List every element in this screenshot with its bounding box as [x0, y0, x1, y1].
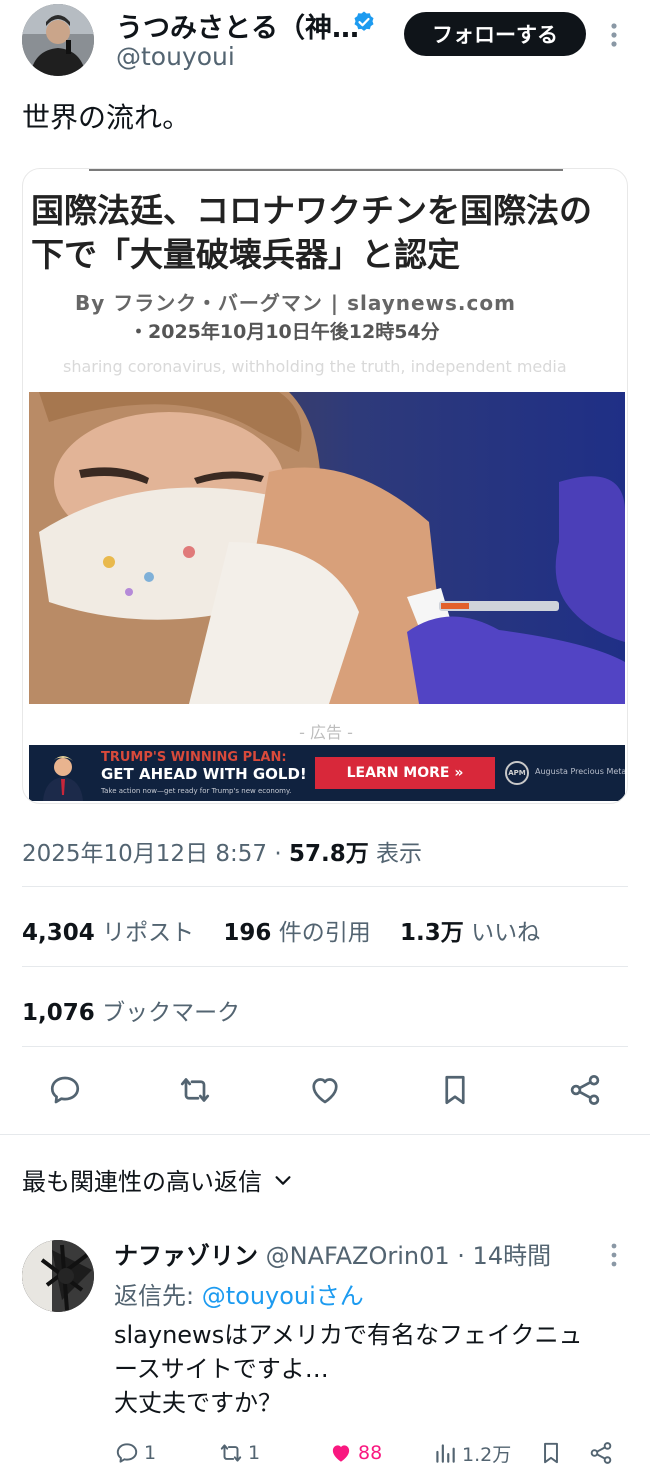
reply-display-name[interactable]: ナファゾリン	[114, 1242, 258, 1270]
quotes-label: 件の引用	[278, 920, 371, 946]
views-label: 表示	[368, 841, 423, 867]
divider	[22, 966, 628, 967]
divider	[22, 886, 628, 887]
reply-replies-count: 1	[144, 1442, 157, 1464]
ad-headline-2: GET AHEAD WITH GOLD!	[101, 765, 307, 783]
ad-subline: Take action now—get ready for Trump's ne…	[101, 787, 292, 795]
reply-time[interactable]: 14時間	[473, 1242, 552, 1270]
reply-icon	[116, 1443, 138, 1463]
vaccination-photo	[29, 392, 625, 704]
verified-badge-icon	[354, 11, 374, 31]
reply-repost-button[interactable]: 1	[218, 1436, 260, 1470]
reply-share-button[interactable]	[588, 1436, 614, 1470]
bookmarks-stat[interactable]: 1,076 ブックマーク	[22, 993, 240, 1027]
quotes-count: 196	[223, 920, 272, 946]
reposts-count: 4,304	[22, 920, 95, 946]
bookmarks-label: ブックマーク	[102, 1000, 241, 1026]
meta-separator: ·	[267, 841, 289, 867]
article-byline: By フランク・バーグマン | slaynews.com	[75, 291, 516, 315]
reply-likes-count: 88	[358, 1442, 383, 1464]
more-options-icon[interactable]	[604, 18, 624, 52]
ad-headline-1: TRUMP'S WINNING PLAN:	[101, 750, 287, 765]
repost-icon	[220, 1444, 242, 1462]
reposts-stat[interactable]: 4,304 リポスト	[22, 913, 194, 947]
tweet-media[interactable]: 国際法廷、コロナワクチンを国際法の下で「大量破壊兵器」と認定 By フランク・バ…	[22, 168, 628, 804]
bookmark-icon[interactable]	[437, 1072, 473, 1108]
follow-button[interactable]: フォローする	[404, 12, 586, 56]
reply-more-options-icon[interactable]	[604, 1240, 624, 1270]
ad-person-image	[35, 749, 91, 801]
article-title: 国際法廷、コロナワクチンを国際法の下で「大量破壊兵器」と認定	[31, 191, 592, 274]
bookmark-icon	[544, 1442, 558, 1464]
reply-item[interactable]: ナファゾリン @NAFAZOrin01 · 14時間 返信先: @touyoui…	[0, 1232, 650, 1477]
section-divider	[0, 1134, 650, 1135]
tweet-meta: 2025年10月12日 8:57 · 57.8万 表示	[22, 834, 422, 868]
views-bar-chart-icon	[436, 1444, 455, 1463]
tweet-action-bar	[0, 1068, 650, 1112]
like-icon[interactable]	[307, 1072, 343, 1108]
reply-reply-button[interactable]: 1	[114, 1436, 156, 1470]
reply-action-bar: 1 1 88 1.2万	[114, 1436, 624, 1470]
author-handle[interactable]: @touyoui	[116, 42, 235, 71]
replies-sort-label: 最も関連性の高い返信	[22, 1168, 262, 1196]
likes-label: いいね	[471, 920, 541, 946]
reply-text: slaynewsはアメリカで有名なフェイクニュ ースサイトですよ… 大丈夫ですか…	[114, 1318, 624, 1420]
share-icon	[590, 1442, 612, 1464]
reply-views-count: 1.2万	[462, 1443, 512, 1466]
article-faint-line: sharing coronavirus, withholding the tru…	[63, 357, 567, 376]
views-count: 57.8万	[288, 841, 369, 867]
tweet-text: 世界の流れ。	[22, 101, 191, 134]
reply-views-button[interactable]: 1.2万	[432, 1436, 511, 1470]
reply-text-line: slaynewsはアメリカで有名なフェイクニュ	[114, 1321, 583, 1349]
reply-to-prefix: 返信先:	[114, 1282, 202, 1310]
reply-text-line: 大丈夫ですか？	[114, 1389, 282, 1417]
ad-banner: TRUMP'S WINNING PLAN: GET AHEAD WITH GOL…	[29, 745, 625, 801]
reply-icon[interactable]	[47, 1072, 83, 1108]
chevron-down-icon	[275, 1175, 291, 1185]
tweet-header: うつみさとる（神… @touyoui フォローする	[0, 0, 650, 82]
likes-stat[interactable]: 1.3万 いいね	[400, 913, 540, 947]
reply-to-line: 返信先: @touyouiさん	[114, 1276, 364, 1311]
reply-avatar[interactable]	[22, 1240, 94, 1312]
bookmarks-count: 1,076	[22, 1000, 95, 1026]
reply-like-button[interactable]: 88	[328, 1436, 382, 1470]
reposts-label: リポスト	[102, 920, 195, 946]
ad-label: - 広告 -	[299, 723, 353, 742]
repost-icon[interactable]	[177, 1072, 213, 1108]
reply-handle[interactable]: @NAFAZOrin01	[266, 1242, 450, 1270]
author-display-name[interactable]: うつみさとる（神…	[116, 6, 359, 45]
reply-separator: ·	[449, 1242, 473, 1270]
engagement-stats: 4,304 リポスト 196 件の引用 1.3万 いいね	[22, 913, 562, 947]
reply-bookmark-button[interactable]	[538, 1436, 564, 1470]
quotes-stat[interactable]: 196 件の引用	[223, 913, 370, 947]
reply-to-handle-link[interactable]: @touyouiさん	[202, 1282, 364, 1310]
ad-learn-more-button: LEARN MORE »	[315, 757, 495, 789]
reply-header: ナファゾリン @NAFAZOrin01 · 14時間	[114, 1236, 551, 1271]
likes-count: 1.3万	[400, 920, 464, 946]
divider	[22, 1046, 628, 1047]
reply-reposts-count: 1	[248, 1442, 261, 1464]
tweet-timestamp[interactable]: 2025年10月12日 8:57	[22, 841, 267, 867]
article-date: ・2025年10月10日午後12時54分	[129, 321, 440, 343]
ad-logo-icon: APM	[505, 761, 529, 785]
author-avatar[interactable]	[22, 4, 94, 76]
replies-sort-dropdown[interactable]: 最も関連性の高い返信	[22, 1162, 294, 1197]
article-top-rule	[89, 169, 563, 171]
ad-logo-text: Augusta Precious Metals	[535, 767, 625, 776]
reply-text-line: ースサイトですよ…	[114, 1355, 329, 1383]
heart-filled-icon	[332, 1445, 350, 1462]
share-icon[interactable]	[567, 1072, 603, 1108]
